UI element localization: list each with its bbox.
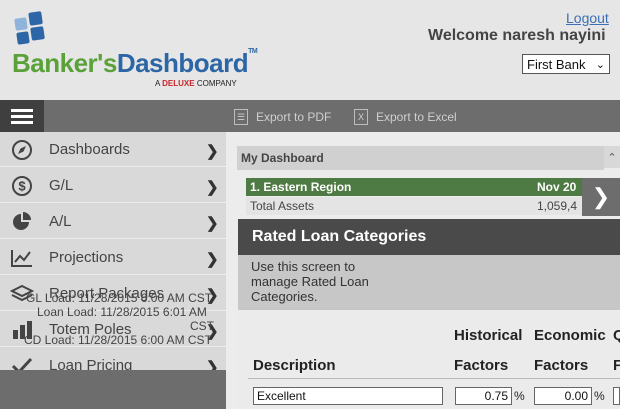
- pdf-file-icon: ☰: [234, 109, 248, 125]
- rated-loan-description: Use this screen to manage Rated Loan Cat…: [251, 259, 369, 304]
- chevron-down-icon: ⌄: [595, 58, 605, 71]
- chevron-right-icon: ❯: [206, 215, 219, 232]
- export-pdf-label: Export to PDF: [256, 110, 332, 124]
- region-row[interactable]: 1. Eastern Region Nov 20: [246, 178, 584, 196]
- gl-load-status: GL Load: 11/28/2015 6:00 AM CST: [26, 291, 213, 305]
- sidebar-item-gl[interactable]: $ G/L ❯: [0, 168, 226, 203]
- sidebar-footer: [0, 370, 236, 409]
- next-panel-button[interactable]: ❯: [582, 178, 620, 216]
- loan-load-timezone: CST: [190, 319, 214, 333]
- sidebar-item-label: Projections: [49, 249, 124, 266]
- historical-factor-input[interactable]: 0.75: [455, 387, 512, 405]
- column-header-q-factors: F: [613, 357, 620, 374]
- rated-loan-title: Rated Loan Categories: [238, 219, 620, 255]
- compass-icon: [10, 140, 34, 160]
- sidebar-item-label: A/L: [49, 213, 72, 230]
- column-header-economic: Economic: [534, 327, 606, 344]
- chevron-right-icon: ❯: [206, 179, 219, 196]
- sidebar-item-al[interactable]: A/L ❯: [0, 204, 226, 239]
- metric-label: Total Assets: [250, 199, 315, 213]
- loan-load-status: Loan Load: 11/28/2015 6:01 AM: [37, 305, 207, 319]
- sidebar-item-label: Dashboards: [49, 141, 130, 158]
- chevron-right-icon: ❯: [206, 143, 219, 160]
- svg-text:$: $: [18, 179, 26, 194]
- chevron-right-icon: ❯: [206, 251, 219, 268]
- region-name: 1. Eastern Region: [250, 180, 352, 194]
- bank-select[interactable]: First Bank ⌄: [522, 54, 610, 74]
- logo-wordmark: Banker'sDashboardTM: [12, 48, 258, 78]
- column-header-q: Q: [613, 327, 620, 344]
- total-assets-row: Total Assets 1,059,4: [246, 197, 584, 215]
- sidebar-item-label: G/L: [49, 177, 74, 194]
- chevron-right-icon: ❯: [591, 184, 611, 209]
- line-chart-icon: [10, 248, 34, 268]
- region-date: Nov 20: [537, 180, 577, 194]
- hamburger-icon: [11, 106, 33, 127]
- export-excel-button[interactable]: X Export to Excel: [354, 106, 457, 128]
- logout-link[interactable]: Logout: [566, 10, 609, 26]
- scroll-up-button[interactable]: ⌃: [604, 146, 620, 168]
- percent-label: %: [514, 389, 525, 403]
- excel-file-icon: X: [354, 109, 368, 125]
- dollar-icon: $: [10, 176, 34, 196]
- bank-select-value: First Bank: [527, 56, 586, 72]
- sidebar-item-projections[interactable]: Projections ❯: [0, 240, 226, 275]
- export-pdf-button[interactable]: ☰ Export to PDF: [234, 106, 331, 128]
- description-input[interactable]: Excellent: [253, 387, 443, 405]
- export-excel-label: Export to Excel: [376, 110, 457, 124]
- column-header-historical: Historical: [454, 327, 523, 344]
- my-dashboard-header: My Dashboard: [237, 146, 604, 170]
- header-divider: [248, 378, 620, 379]
- column-header-description: Description: [253, 357, 336, 374]
- metric-value: 1,059,4: [537, 199, 578, 213]
- column-header-economic-factors: Factors: [534, 357, 589, 374]
- menu-toggle-button[interactable]: [0, 100, 44, 132]
- pie-chart-icon: [10, 212, 34, 232]
- sidebar-item-dashboards[interactable]: Dashboards ❯: [0, 132, 226, 167]
- logo-mark-icon: [12, 10, 52, 50]
- q-factor-input[interactable]: [613, 387, 620, 405]
- percent-label: %: [594, 389, 605, 403]
- welcome-text: Welcome naresh nayini: [428, 27, 606, 44]
- cd-load-status: CD Load: 11/28/2015 6:00 AM CST: [24, 333, 212, 347]
- sidebar: Dashboards ❯ $ G/L ❯ A/L ❯ Projections ❯…: [0, 132, 226, 409]
- economic-factor-input[interactable]: 0.00: [534, 387, 592, 405]
- column-header-historical-factors: Factors: [454, 357, 509, 374]
- logo-tagline: A DELUXE COMPANY: [155, 79, 237, 88]
